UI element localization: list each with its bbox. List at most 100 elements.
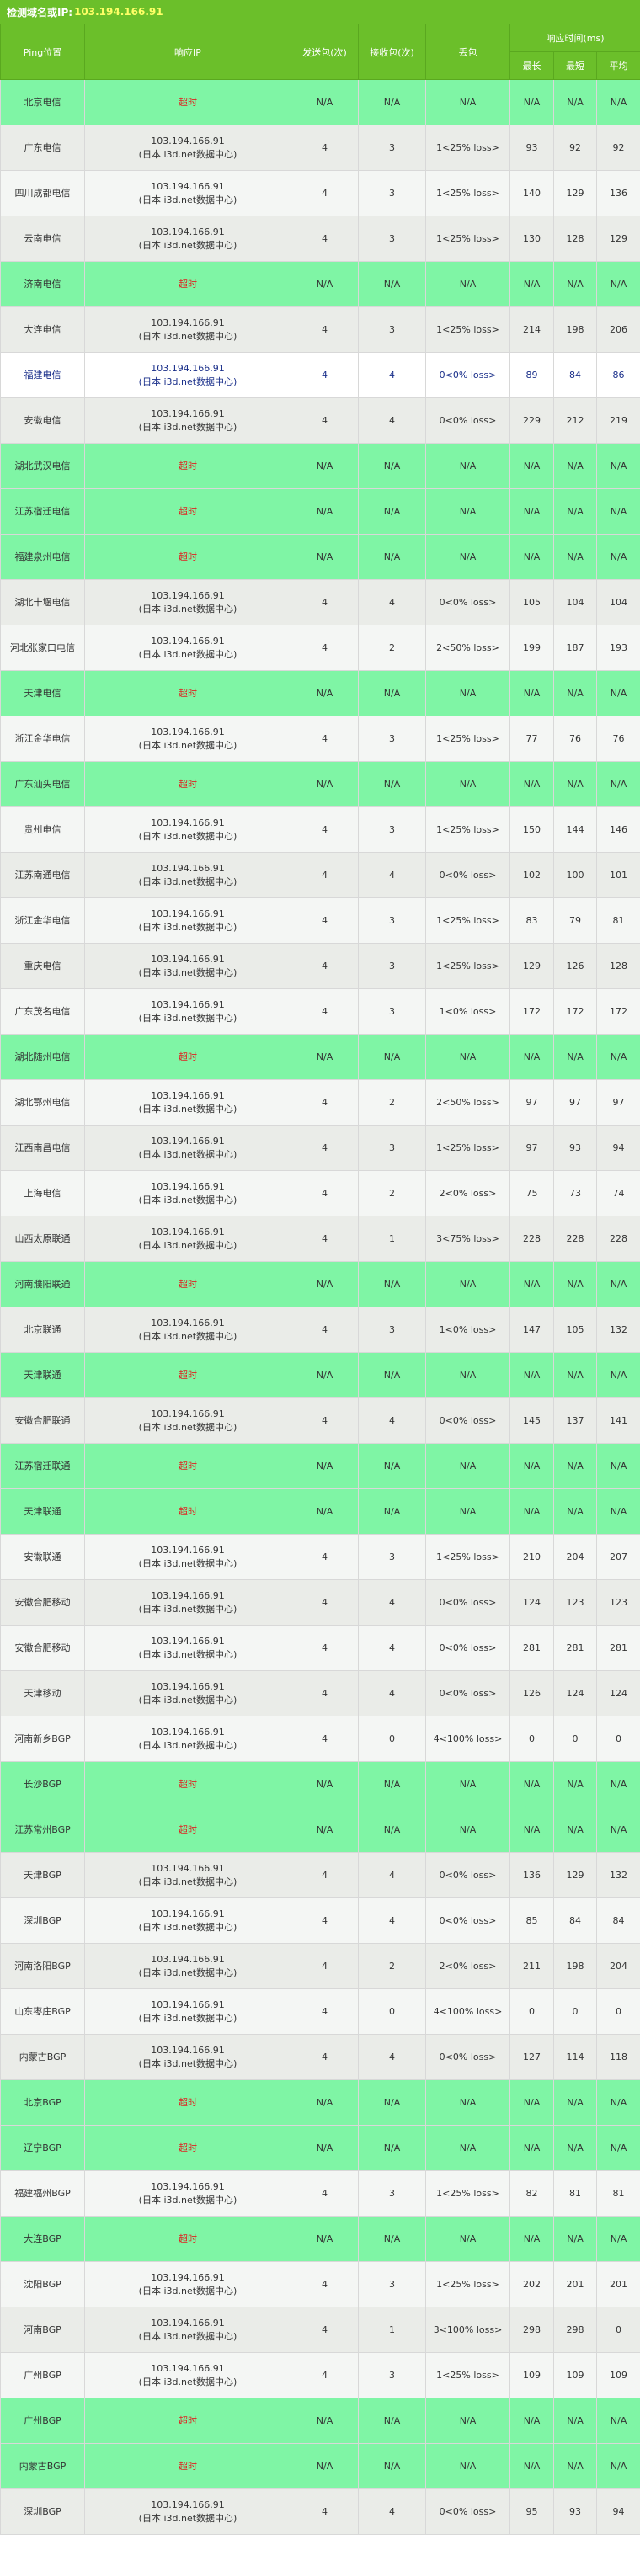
sent-cell: 4 — [291, 1943, 359, 1989]
location-cell: 深圳BGP — [0, 2488, 85, 2535]
ip-address: 103.194.166.91 — [151, 907, 225, 919]
avg-cell: 97 — [596, 1079, 640, 1126]
ip-cell: 超时 — [84, 534, 291, 580]
location-cell: 安徽合肥联通 — [0, 1397, 85, 1444]
table-row: 云南电信 103.194.166.91 (日本 i3d.net数据中心) 4 3 1<25… — [0, 216, 640, 262]
avg-cell: 132 — [596, 1307, 640, 1353]
min-cell: 97 — [553, 1079, 597, 1126]
loss-cell: N/A — [425, 1761, 510, 1807]
table-row: 天津联通 超时 N/A N/A N/A N/A N/A N/A — [0, 1488, 640, 1535]
max-cell: 281 — [509, 1625, 554, 1671]
max-cell: N/A — [509, 488, 554, 535]
sent-cell: 4 — [291, 1988, 359, 2035]
max-cell: 229 — [509, 397, 554, 444]
ip-cell: 103.194.166.91 (日本 i3d.net数据中心) — [84, 1125, 291, 1171]
received-cell: 3 — [358, 306, 426, 353]
sent-cell: 4 — [291, 2261, 359, 2307]
min-cell: 79 — [553, 897, 597, 944]
max-cell: N/A — [509, 1807, 554, 1853]
min-cell: 137 — [553, 1397, 597, 1444]
loss-cell: N/A — [425, 443, 510, 489]
location-cell: 济南电信 — [0, 261, 85, 307]
ip-cell: 103.194.166.91 (日本 i3d.net数据中心) — [84, 216, 291, 262]
received-cell: 3 — [358, 2170, 426, 2217]
ip-cell: 103.194.166.91 (日本 i3d.net数据中心) — [84, 2170, 291, 2217]
min-cell: 0 — [553, 1716, 597, 1762]
min-cell: N/A — [553, 761, 597, 807]
avg-cell: 146 — [596, 806, 640, 853]
ip-cell: 103.194.166.91 (日本 i3d.net数据中心) — [84, 2034, 291, 2080]
ip-cell: 103.194.166.91 (日本 i3d.net数据中心) — [84, 1579, 291, 1626]
ip-cell: 超时 — [84, 1761, 291, 1807]
ip-cell: 103.194.166.91 (日本 i3d.net数据中心) — [84, 1307, 291, 1353]
sent-cell: N/A — [291, 443, 359, 489]
sent-cell: 4 — [291, 806, 359, 853]
ip-cell: 103.194.166.91 (日本 i3d.net数据中心) — [84, 1897, 291, 1944]
ip-location: (日本 i3d.net数据中心) — [138, 2057, 237, 2069]
ip-cell: 103.194.166.91 (日本 i3d.net数据中心) — [84, 579, 291, 625]
ip-location: (日本 i3d.net数据中心) — [138, 966, 237, 978]
location-cell: 广州BGP — [0, 2398, 85, 2444]
max-cell: N/A — [509, 2079, 554, 2126]
location-cell: 辽宁BGP — [0, 2125, 85, 2171]
ip-address: 超时 — [179, 1278, 197, 1290]
loss-cell: 1<25% loss> — [425, 1534, 510, 1580]
avg-cell: N/A — [596, 2443, 640, 2489]
ip-location: (日本 i3d.net数据中心) — [138, 1739, 237, 1751]
location-cell: 天津移动 — [0, 1670, 85, 1716]
location-cell: 浙江金华电信 — [0, 716, 85, 762]
min-cell: 114 — [553, 2034, 597, 2080]
max-cell: 199 — [509, 625, 554, 671]
min-cell: 100 — [553, 852, 597, 898]
loss-cell: 1<25% loss> — [425, 2352, 510, 2398]
sent-cell: 4 — [291, 2307, 359, 2353]
ip-location: (日本 i3d.net数据中心) — [138, 1921, 237, 1933]
ip-cell: 103.194.166.91 (日本 i3d.net数据中心) — [84, 1216, 291, 1262]
received-cell: N/A — [358, 443, 426, 489]
max-cell: 105 — [509, 579, 554, 625]
location-cell: 福建泉州电信 — [0, 534, 85, 580]
ip-address: 超时 — [179, 1778, 197, 1790]
received-cell: 3 — [358, 806, 426, 853]
avg-cell: 84 — [596, 1897, 640, 1944]
received-cell: N/A — [358, 1352, 426, 1398]
sent-cell: 4 — [291, 1534, 359, 1580]
loss-cell: 1<25% loss> — [425, 306, 510, 353]
sent-cell: 4 — [291, 306, 359, 353]
received-cell: 4 — [358, 2488, 426, 2535]
min-cell: 228 — [553, 1216, 597, 1262]
min-cell: 281 — [553, 1625, 597, 1671]
max-cell: 210 — [509, 1534, 554, 1580]
ip-address: 103.194.166.91 — [151, 1999, 225, 2010]
avg-cell: N/A — [596, 670, 640, 716]
ip-address: 103.194.166.91 — [151, 1135, 225, 1147]
ip-cell: 103.194.166.91 (日本 i3d.net数据中心) — [84, 943, 291, 989]
ip-address: 103.194.166.91 — [151, 1953, 225, 1965]
max-cell: 228 — [509, 1216, 554, 1262]
min-cell: N/A — [553, 2125, 597, 2171]
ip-location: (日本 i3d.net数据中心) — [138, 2376, 237, 2387]
ip-address: 103.194.166.91 — [151, 589, 225, 601]
ip-location: (日本 i3d.net数据中心) — [138, 1330, 237, 1342]
ip-cell: 超时 — [84, 79, 291, 125]
avg-cell: 0 — [596, 2307, 640, 2353]
ip-cell: 103.194.166.91 (日本 i3d.net数据中心) — [84, 2261, 291, 2307]
ip-location: (日本 i3d.net数据中心) — [138, 330, 237, 342]
min-cell: N/A — [553, 443, 597, 489]
ping-results-table: Ping位置 响应IP 发送包(次) 接收包(次) 丢包 响应时间(ms) 最长… — [0, 24, 640, 2535]
loss-cell: 0<0% loss> — [425, 1397, 510, 1444]
avg-cell: 0 — [596, 1988, 640, 2035]
received-cell: 4 — [358, 579, 426, 625]
ip-location: (日本 i3d.net数据中心) — [138, 1603, 237, 1615]
received-cell: 4 — [358, 1670, 426, 1716]
ip-address: 103.194.166.91 — [151, 1908, 225, 1919]
received-cell: N/A — [358, 79, 426, 125]
max-cell: 129 — [509, 943, 554, 989]
ip-address: 超时 — [179, 1460, 197, 1472]
sent-cell: N/A — [291, 534, 359, 580]
avg-cell: N/A — [596, 2398, 640, 2444]
max-cell: 93 — [509, 125, 554, 171]
sent-cell: N/A — [291, 2079, 359, 2126]
avg-cell: N/A — [596, 443, 640, 489]
location-cell: 安徽合肥移动 — [0, 1625, 85, 1671]
